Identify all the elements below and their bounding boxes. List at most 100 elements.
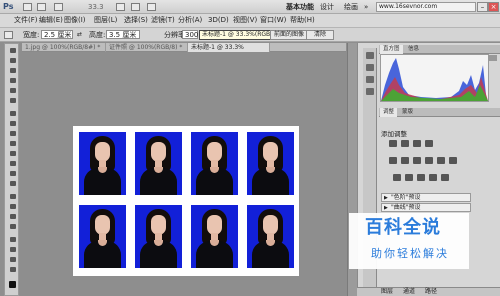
minimize-icon[interactable]: – (477, 2, 488, 12)
toolbox (4, 43, 19, 296)
shape-tool-icon[interactable] (8, 223, 17, 230)
bridge-icon[interactable] (23, 3, 32, 11)
zoom-tool-icon[interactable] (8, 266, 17, 273)
pen-tool-icon[interactable] (8, 193, 17, 200)
id-photo (191, 132, 238, 195)
posterize-icon[interactable] (404, 173, 414, 182)
workspace-more[interactable]: » (364, 4, 368, 11)
brush-tool-icon[interactable] (8, 120, 17, 127)
history-panel-icon[interactable] (366, 52, 374, 59)
tab-histogram[interactable]: 直方图 (380, 45, 403, 54)
title-bar: Ps 33.3 基本功能 设计 绘画 » www.16sevnor.com – … (0, 0, 500, 14)
tab-1-jpg[interactable]: 1.jpg @ 100%(RGB/8#) * (22, 43, 106, 52)
exposure-icon[interactable] (424, 139, 434, 148)
menu-select[interactable]: 选择(S) (124, 17, 148, 24)
invert-icon[interactable] (392, 173, 402, 182)
id-photo (79, 132, 126, 195)
height-field[interactable]: 3.5 厘米 (106, 30, 140, 39)
threshold-icon[interactable] (416, 173, 426, 182)
3d-rotate-tool-icon[interactable] (8, 236, 17, 243)
blur-tool-icon[interactable] (8, 170, 17, 177)
3d-orbit-tool-icon[interactable] (8, 246, 17, 253)
hue-saturation-icon[interactable] (400, 156, 410, 165)
menu-image[interactable]: 图像(I) (64, 17, 86, 24)
hand-tool-icon[interactable] (116, 3, 125, 11)
front-image-button[interactable]: 前面的图像 (270, 30, 309, 40)
healing-brush-tool-icon[interactable] (8, 110, 17, 117)
menu-layer[interactable]: 图层(L) (94, 17, 117, 24)
extras-icon[interactable] (54, 3, 63, 11)
crop-tool-icon[interactable] (4, 31, 13, 39)
id-photo (135, 205, 182, 268)
type-tool-icon[interactable] (8, 203, 17, 210)
workspace-paint[interactable]: 绘画 (344, 4, 358, 11)
arrange-docs-icon[interactable] (131, 3, 140, 11)
tab-adjustments[interactable]: 调整 (380, 108, 398, 117)
tab-id-photo[interactable]: 证件照 @ 100%(RGB/8) * (106, 43, 188, 52)
marquee-tool-icon[interactable] (8, 57, 17, 64)
color-swatches-icon[interactable] (8, 280, 17, 289)
menu-file[interactable]: 文件(F) (14, 17, 38, 24)
curves-presets[interactable]: "曲线"预设 (381, 203, 471, 212)
gradient-map-icon[interactable] (428, 173, 438, 182)
photo-sheet[interactable] (73, 126, 299, 276)
swap-icon[interactable]: ⇄ (77, 32, 82, 38)
workspace-essentials[interactable]: 基本功能 (286, 4, 314, 11)
levels-presets[interactable]: "色阶"预设 (381, 193, 471, 202)
tab-paths[interactable]: 路径 (425, 289, 437, 295)
brightness-contrast-icon[interactable] (388, 139, 398, 148)
gradient-tool-icon[interactable] (8, 160, 17, 167)
vibrance-icon[interactable] (388, 156, 398, 165)
tab-untitled-1[interactable]: 未标题-1 @ 33.3%(RGB/8) * (188, 43, 270, 60)
layers-panel-tabs: 图层 通道 路径 (357, 287, 500, 296)
lasso-tool-icon[interactable] (8, 67, 17, 74)
menu-help[interactable]: 帮助(H) (290, 17, 315, 24)
menu-analysis[interactable]: 分析(A) (178, 17, 202, 24)
magic-wand-tool-icon[interactable] (8, 77, 17, 84)
black-white-icon[interactable] (424, 156, 434, 165)
tab-layers[interactable]: 图层 (381, 289, 393, 295)
menu-view[interactable]: 视图(V) (233, 17, 257, 24)
tab-channels[interactable]: 通道 (403, 289, 415, 295)
resolution-field[interactable]: 300 (182, 30, 198, 39)
eyedropper-tool-icon[interactable] (8, 97, 17, 104)
move-tool-icon[interactable] (8, 47, 17, 54)
levels-icon[interactable] (400, 139, 410, 148)
menu-edit[interactable]: 编辑(E) (39, 17, 63, 24)
add-adjustment-title: 添加调整 (381, 130, 407, 138)
channel-mixer-icon[interactable] (448, 156, 458, 165)
document-tabs: 1.jpg @ 100%(RGB/8#) * 证件照 @ 100%(RGB/8)… (22, 43, 346, 60)
color-balance-icon[interactable] (412, 156, 422, 165)
dodge-tool-icon[interactable] (8, 180, 17, 187)
menu-filter[interactable]: 滤镜(T) (151, 17, 175, 24)
selective-color-icon[interactable] (440, 173, 450, 182)
eraser-tool-icon[interactable] (8, 150, 17, 157)
width-field[interactable]: 2.5 厘米 (41, 30, 73, 39)
screen-mode-icon[interactable] (147, 3, 156, 11)
tab-masks[interactable]: 蒙版 (399, 108, 416, 117)
close-icon[interactable]: × (488, 2, 499, 12)
watermark-overlay: 百科全说 助你轻松解决 (349, 213, 469, 269)
zoom-level[interactable]: 33.3 (88, 4, 104, 11)
minibridge-icon[interactable] (37, 3, 46, 11)
navigator-panel-icon[interactable] (366, 76, 374, 83)
character-panel-icon[interactable] (366, 88, 374, 95)
photo-filter-icon[interactable] (436, 156, 446, 165)
path-select-tool-icon[interactable] (8, 213, 17, 220)
history-brush-tool-icon[interactable] (8, 140, 17, 147)
refresh-icon[interactable] (489, 55, 497, 61)
crop-tool-icon[interactable] (8, 87, 17, 94)
id-photo (135, 132, 182, 195)
actions-panel-icon[interactable] (366, 64, 374, 71)
workspace-design[interactable]: 设计 (320, 4, 334, 11)
menu-3d[interactable]: 3D(D) (208, 17, 229, 24)
histogram-graph (380, 54, 489, 102)
options-bar: 宽度: 2.5 厘米 ⇄ 高度: 3.5 厘米 分辨率: 300 未标题-1 @… (0, 28, 500, 42)
menu-window[interactable]: 窗口(W) (260, 17, 286, 24)
curves-icon[interactable] (412, 139, 422, 148)
tab-info[interactable]: 信息 (405, 45, 422, 54)
clone-stamp-tool-icon[interactable] (8, 130, 17, 137)
id-photo (247, 132, 294, 195)
hand-tool-icon[interactable] (8, 256, 17, 263)
clear-button[interactable]: 清除 (306, 30, 334, 40)
